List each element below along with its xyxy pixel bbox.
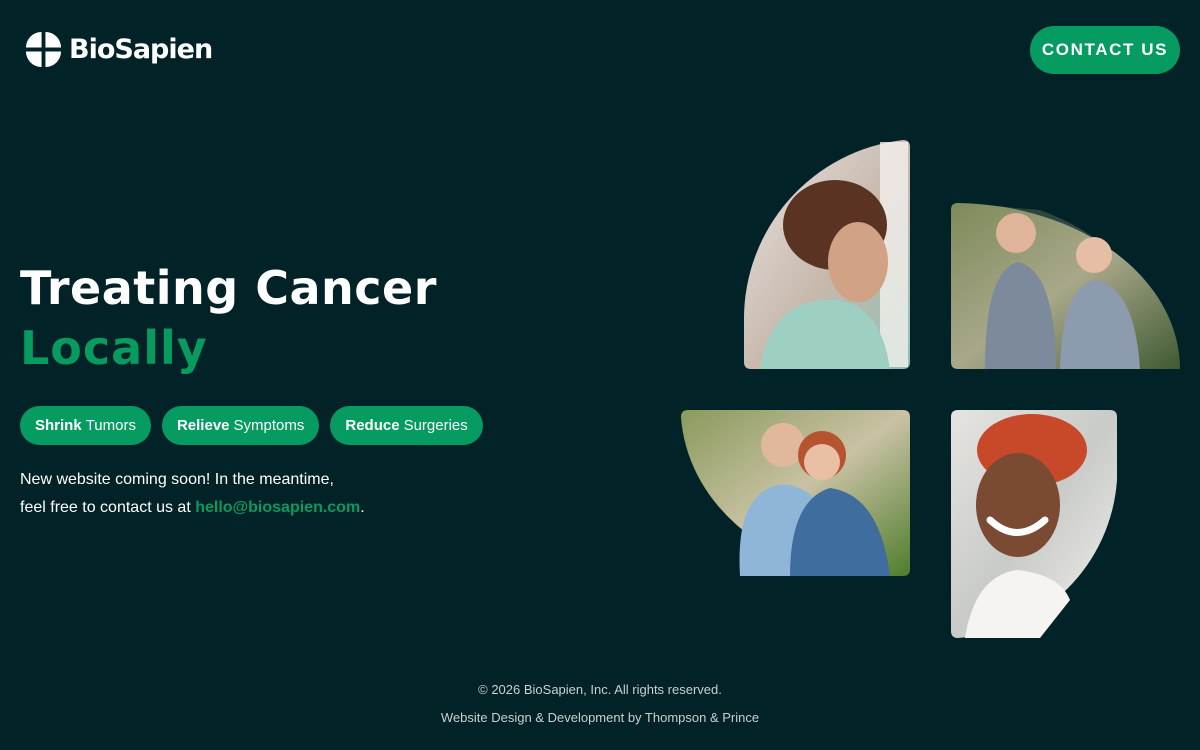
pill-strong-text: Relieve [176,417,230,434]
copyright-text: © 2026 BioSapien, Inc. All rights reserv… [478,682,722,697]
hero-title-line2: Locally [20,321,208,375]
hero-title-line1: Treating Cancer [20,261,437,315]
pill-relieve-symptoms[interactable]: Relieve Symptoms [161,406,320,445]
contact-us-button[interactable]: CONTACT US [1030,26,1180,74]
note-line2: feel free to contact us at hello@biosapi… [20,494,365,522]
coming-soon-note: New website coming soon! In the meantime… [20,466,365,522]
pill-text: Symptoms [233,417,305,434]
hero-heading: Treating Cancer Locally [20,258,437,378]
logo-text: BioSapien [69,34,213,65]
woman-head-wrap-photo [743,140,910,369]
email-link[interactable]: hello@biosapien.com [195,499,360,516]
smiling-woman-red-headwrap-photo [951,410,1117,638]
site-footer: © 2026 BioSapien, Inc. All rights reserv… [0,676,1200,732]
senior-couple-hugging-photo [681,410,910,576]
logo[interactable]: BioSapien [24,30,213,69]
note-suffix: . [360,499,365,516]
note-line2-prefix: feel free to contact us at [20,499,191,516]
note-line1: New website coming soon! In the meantime… [20,471,334,488]
pill-shrink-tumors[interactable]: Shrink Tumors [20,406,151,445]
benefit-pills: Shrink Tumors Relieve Symptoms Reduce Su… [20,406,483,445]
pill-reduce-surgeries[interactable]: Reduce Surgeries [330,406,483,445]
pill-strong-text: Shrink [35,417,82,434]
senior-couple-jogging-photo [951,203,1180,369]
biosapien-logo-icon [25,31,62,68]
pill-strong-text: Reduce [345,417,400,434]
site-header: BioSapien CONTACT US [0,0,1200,100]
pill-text: Surgeries [403,417,468,434]
pill-text: Tumors [85,417,136,434]
design-credit-text: Website Design & Development by Thompson… [440,710,760,725]
